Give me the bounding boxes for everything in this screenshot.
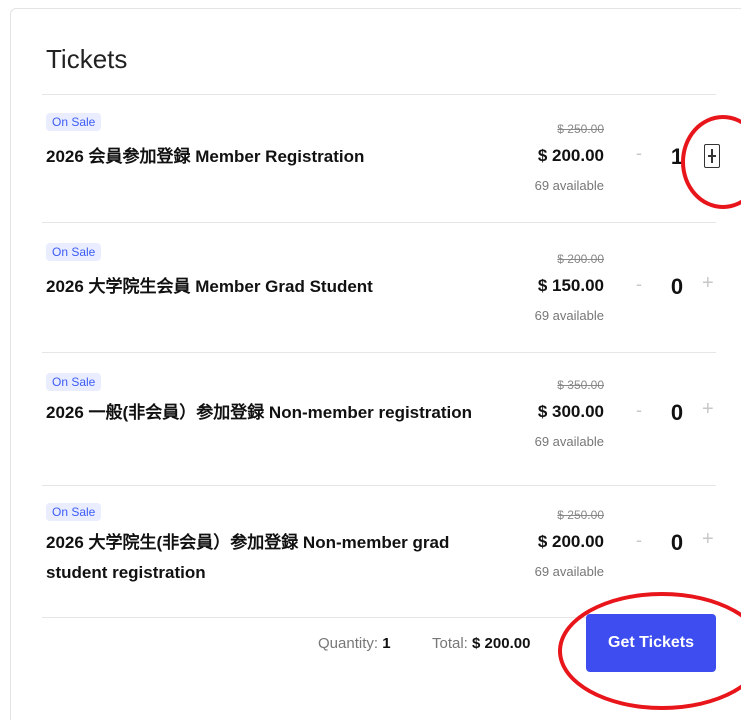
ticket-name: 2026 会員参加登録 Member Registration (46, 147, 365, 166)
total-value: $ 200.00 (472, 635, 531, 652)
ticket-row-non-member-registration: On Sale 2026 一般(非会員）参加登録 Non-member regi… (42, 370, 732, 482)
divider (42, 485, 716, 486)
on-sale-badge: On Sale (46, 373, 102, 391)
quantity-label: Quantity: (318, 635, 379, 652)
ticket-row-member-grad-student: On Sale 2026 大学院生会員 Member Grad Student … (42, 240, 732, 350)
ticket-quantity: 0 (670, 400, 684, 425)
ticket-row-member-registration: On Sale 2026 会員参加登録 Member Registration … (42, 110, 732, 220)
original-price: $ 350.00 (557, 378, 604, 392)
decrease-quantity-button[interactable]: - (636, 274, 642, 295)
original-price: $ 200.00 (557, 252, 604, 266)
page-title: Tickets (46, 44, 128, 74)
availability: 69 available (534, 434, 604, 449)
ticket-price: $ 300.00 (537, 402, 604, 421)
ticket-price: $ 150.00 (537, 276, 604, 295)
increase-quantity-button[interactable]: + (702, 528, 714, 551)
availability: 69 available (534, 178, 604, 193)
ticket-quantity: 0 (670, 274, 684, 299)
on-sale-badge: On Sale (46, 113, 102, 131)
footer-quantity: Quantity: 1 (318, 635, 391, 652)
availability: 69 available (534, 308, 604, 323)
decrease-quantity-button[interactable]: - (636, 400, 642, 421)
increase-quantity-button[interactable]: + (702, 398, 714, 421)
get-tickets-button[interactable]: Get Tickets (586, 614, 716, 672)
ticket-page: Tickets On Sale 2026 会員参加登録 Member Regis… (0, 0, 741, 720)
ticket-quantity: 0 (670, 530, 684, 555)
increase-quantity-button[interactable] (704, 144, 720, 168)
ticket-price: $ 200.00 (537, 146, 604, 165)
ticket-row-non-member-grad-student: On Sale 2026 大学院生(非会員）参加登録 Non-member gr… (42, 500, 732, 612)
quantity-value: 1 (382, 635, 391, 652)
original-price: $ 250.00 (557, 508, 604, 522)
ticket-name: 2026 大学院生会員 Member Grad Student (46, 277, 373, 296)
divider (42, 352, 716, 353)
ticket-quantity: 1 (670, 144, 684, 169)
ticket-price: $ 200.00 (537, 532, 604, 551)
on-sale-badge: On Sale (46, 243, 102, 261)
divider (42, 222, 716, 223)
original-price: $ 250.00 (557, 122, 604, 136)
increase-quantity-button[interactable]: + (702, 272, 714, 295)
on-sale-badge: On Sale (46, 503, 102, 521)
ticket-name: 2026 大学院生(非会員）参加登録 Non-member grad stude… (46, 533, 450, 582)
footer-total: Total: $ 200.00 (432, 635, 530, 652)
divider (42, 94, 716, 95)
decrease-quantity-button[interactable]: - (636, 143, 642, 164)
ticket-name: 2026 一般(非会員）参加登録 Non-member registration (46, 403, 473, 422)
decrease-quantity-button[interactable]: - (636, 530, 642, 551)
total-label: Total: (432, 635, 468, 652)
availability: 69 available (534, 564, 604, 579)
